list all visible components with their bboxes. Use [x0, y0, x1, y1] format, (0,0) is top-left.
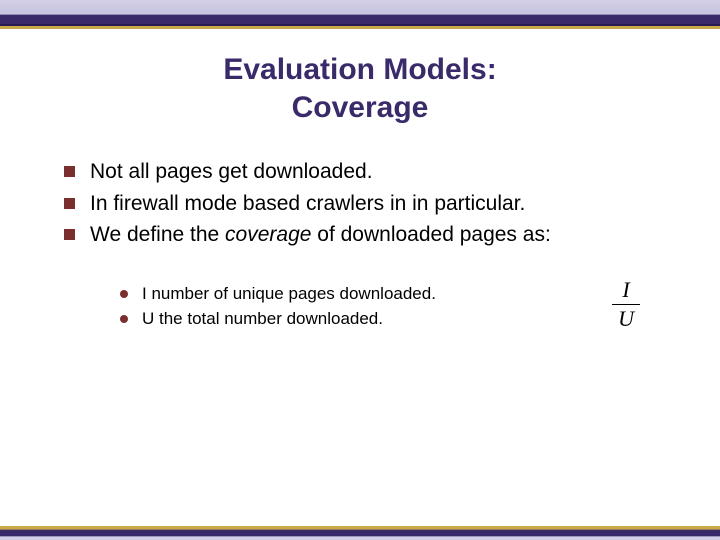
list-item: U the total number downloaded.: [120, 306, 680, 332]
sub-bullet-list: I number of unique pages downloaded. U t…: [120, 281, 680, 332]
sub-block: I number of unique pages downloaded. U t…: [120, 281, 680, 332]
dot-bullet-icon: [120, 290, 128, 298]
fraction-bar: [612, 304, 640, 305]
gold-accent-line: [0, 26, 720, 29]
square-bullet-icon: [64, 198, 75, 209]
top-decor-bar: [0, 0, 720, 26]
sub-bullet-text: U the total number downloaded.: [142, 309, 383, 328]
fraction-denominator: U: [612, 307, 640, 331]
slide-title: Evaluation Models: Coverage: [0, 51, 720, 126]
list-item: We define the coverage of downloaded pag…: [64, 219, 680, 251]
list-item: I number of unique pages downloaded.: [120, 281, 680, 307]
sub-bullet-text: I number of unique pages downloaded.: [142, 284, 436, 303]
title-line-2: Coverage: [0, 89, 720, 127]
bullet-text-em: coverage: [225, 223, 311, 246]
fraction-numerator: I: [612, 278, 640, 302]
bullet-text: Not all pages get downloaded.: [90, 160, 373, 183]
bottom-decor-bar: [0, 526, 720, 540]
square-bullet-icon: [64, 229, 75, 240]
coverage-fraction: I U: [612, 278, 640, 331]
bullet-text: In firewall mode based crawlers in in pa…: [90, 192, 525, 215]
list-item: Not all pages get downloaded.: [64, 156, 680, 188]
bullet-text-post: of downloaded pages as:: [311, 223, 550, 246]
bullet-text-pre: We define the: [90, 223, 225, 246]
main-bullet-list: Not all pages get downloaded. In firewal…: [64, 156, 680, 251]
square-bullet-icon: [64, 166, 75, 177]
title-line-1: Evaluation Models:: [0, 51, 720, 89]
list-item: In firewall mode based crawlers in in pa…: [64, 188, 680, 220]
dot-bullet-icon: [120, 315, 128, 323]
